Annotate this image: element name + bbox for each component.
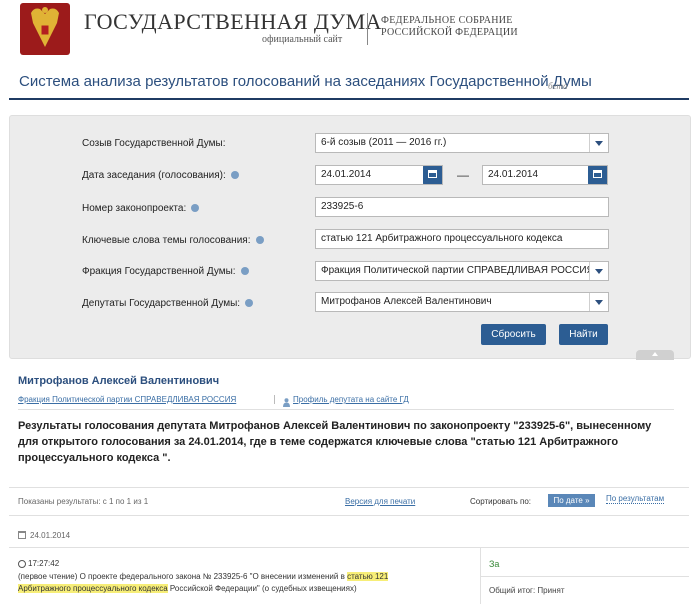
date-separator: — — [457, 168, 469, 182]
coat-of-arms-logo[interactable] — [20, 3, 70, 55]
faction-link[interactable]: Фракция Политической партии СПРАВЕДЛИВАЯ… — [18, 395, 236, 404]
help-icon[interactable] — [230, 171, 239, 179]
deputy-name: Митрофанов Алексей Валентинович — [18, 375, 220, 387]
help-icon[interactable] — [255, 236, 264, 244]
vote-item-description: (первое чтение) О проекте федерального з… — [18, 572, 389, 593]
date-label: Дата заседания (голосования): — [82, 170, 239, 181]
site-subtitle: официальный сайт — [262, 34, 343, 45]
clock-icon — [18, 560, 26, 568]
federal-assembly-line-2: РОССИЙСКОЙ ФЕДЕРАЦИИ — [381, 27, 518, 38]
chevron-down-icon[interactable] — [589, 262, 608, 280]
keywords-input[interactable]: статью 121 Арбитражного процессуального … — [315, 229, 609, 249]
page-title: Система анализа результатов голосований … — [19, 73, 592, 90]
sort-label: Сортировать по: — [470, 497, 532, 506]
beta-label: бета — [548, 81, 568, 91]
toolbar-divider — [9, 487, 689, 488]
deputies-select[interactable]: Митрофанов Алексей Валентинович — [315, 292, 609, 312]
keywords-label: Ключевые слова темы голосования: — [82, 235, 264, 246]
keywords-value: статью 121 Арбитражного процессуального … — [321, 233, 563, 244]
date-group-divider — [9, 547, 689, 548]
keyword-highlight: Арбитражного процессуального кодекса — [18, 584, 168, 593]
deputies-value: Митрофанов Алексей Валентинович — [321, 296, 492, 307]
convocation-label: Созыв Государственной Думы: — [82, 138, 226, 149]
date-from-input[interactable]: 24.01.2014 — [315, 165, 443, 185]
bill-number-input[interactable]: 233925-6 — [315, 197, 609, 217]
vote-time: 17:27:42 — [28, 559, 60, 568]
help-icon[interactable] — [240, 267, 249, 275]
collapse-panel-toggle[interactable] — [636, 350, 674, 360]
vote-value: За — [489, 559, 500, 569]
title-rule — [9, 98, 689, 100]
deputies-label: Депутаты Государственной Думы: — [82, 298, 254, 309]
calendar-icon[interactable] — [588, 166, 607, 184]
overall-result: Общий итог: Принят — [489, 586, 565, 595]
sort-by-date-button[interactable]: По дате » — [548, 494, 595, 507]
overall-result-value: Принят — [537, 586, 565, 595]
calendar-icon[interactable] — [423, 166, 442, 184]
chevron-down-icon[interactable] — [589, 293, 608, 311]
chevron-down-icon[interactable] — [589, 134, 608, 152]
section-divider — [18, 409, 674, 410]
bill-number-label: Номер законопроекта: — [82, 203, 200, 214]
reset-button[interactable]: Сбросить — [481, 324, 546, 345]
convocation-value: 6-й созыв (2011 — 2016 гг.) — [321, 137, 447, 148]
sort-by-results-link[interactable]: По результатам — [606, 494, 665, 504]
bill-number-value: 233925-6 — [321, 201, 364, 212]
find-button[interactable]: Найти — [559, 324, 608, 345]
site-title[interactable]: ГОСУДАРСТВЕННАЯ ДУМА — [84, 9, 382, 35]
date-group-header: 24.01.2014 — [30, 531, 71, 540]
faction-label: Фракция Государственной Думы: — [82, 266, 249, 277]
person-icon — [283, 394, 290, 407]
help-icon[interactable] — [191, 204, 200, 212]
link-separator — [274, 395, 275, 404]
faction-value: Фракция Политической партии СПРАВЕДЛИВАЯ… — [321, 265, 594, 276]
faction-select[interactable]: Фракция Политической партии СПРАВЕДЛИВАЯ… — [315, 261, 609, 281]
federal-assembly-line-1: ФЕДЕРАЛЬНОЕ СОБРАНИЕ — [381, 15, 513, 26]
date-from-value: 24.01.2014 — [321, 169, 372, 180]
date-to-value: 24.01.2014 — [488, 169, 539, 180]
help-icon[interactable] — [245, 299, 254, 307]
print-version-link[interactable]: Версия для печати — [345, 497, 415, 506]
toolbar-divider — [9, 515, 689, 516]
convocation-select[interactable]: 6-й созыв (2011 — 2016 гг.) — [315, 133, 609, 153]
calendar-icon — [18, 531, 26, 539]
deputy-profile-link[interactable]: Профиль депутата на сайте ГД — [293, 395, 409, 404]
vote-divider — [481, 576, 689, 577]
results-count: Показаны результаты: с 1 по 1 из 1 — [18, 497, 149, 506]
results-summary: Результаты голосования депутата Митрофан… — [18, 420, 652, 464]
header-divider — [367, 13, 368, 45]
keyword-highlight: статью 121 — [347, 572, 389, 581]
date-to-input[interactable]: 24.01.2014 — [482, 165, 608, 185]
